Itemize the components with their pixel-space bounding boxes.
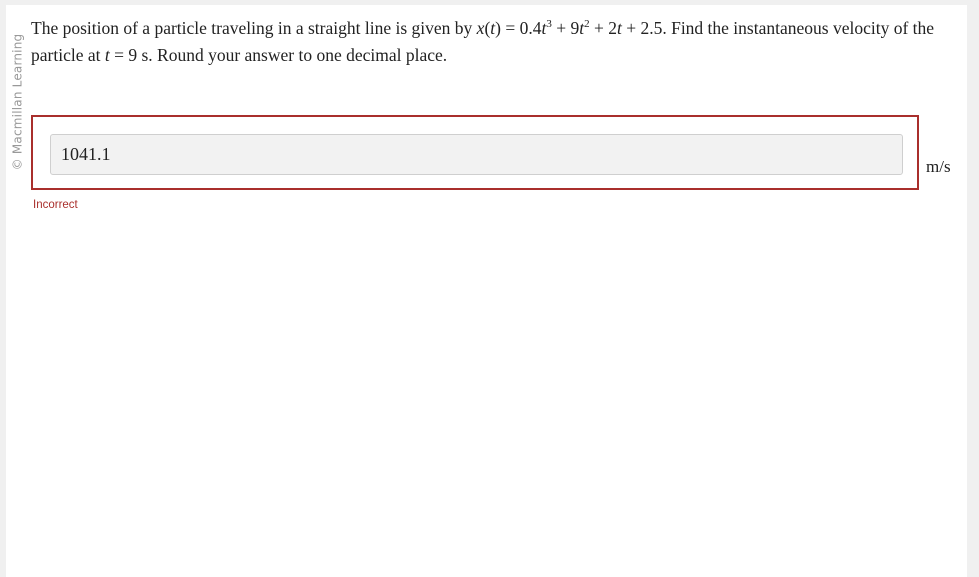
copyright-credit: © Macmillan Learning [6,29,28,174]
unit-label: m/s [926,157,951,176]
feedback-status: Incorrect [33,199,78,211]
copyright-label: © Macmillan Learning [10,33,24,170]
question-panel: © Macmillan Learning The position of a p… [6,5,967,577]
math-symbol: ) = 0.4 [495,18,542,38]
math-symbol: + 9 [551,18,580,38]
answer-input[interactable]: 1041.1 [50,134,903,175]
math-symbol: + 2 [589,18,617,38]
question-text: The position of a particle traveling in … [31,15,966,69]
answer-box: 1041.1 [31,115,919,190]
question-part: The position of a particle traveling in … [31,18,477,38]
question-part: = 9 s. Round your answer to one decimal … [109,45,448,65]
